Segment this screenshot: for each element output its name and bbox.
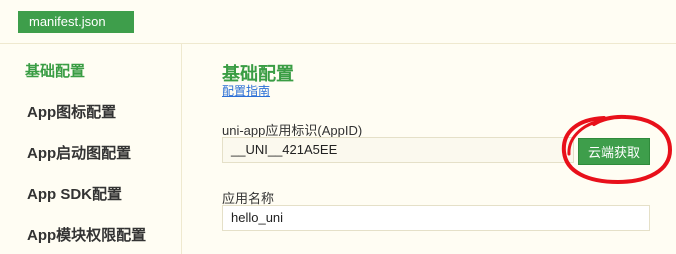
- file-tab-manifest[interactable]: manifest.json: [18, 11, 134, 33]
- main-panel: 基础配置 配置指南 uni-app应用标识(AppID) __UNI__421A…: [183, 44, 676, 254]
- sidebar-item-app-icon-config[interactable]: App图标配置: [27, 101, 116, 122]
- sidebar-item-basic-config[interactable]: 基础配置: [25, 60, 85, 81]
- editor-tab-bar: manifest.json: [0, 0, 676, 44]
- appid-field[interactable]: __UNI__421A5EE: [222, 137, 574, 163]
- sidebar-item-app-module-permissions[interactable]: App模块权限配置: [27, 224, 146, 245]
- app-name-field[interactable]: hello_uni: [222, 205, 650, 231]
- config-guide-link[interactable]: 配置指南: [222, 82, 270, 99]
- sidebar-item-app-sdk-config[interactable]: App SDK配置: [27, 183, 122, 204]
- cloud-fetch-button[interactable]: 云端获取: [578, 138, 650, 165]
- sidebar-item-app-splash-config[interactable]: App启动图配置: [27, 142, 131, 163]
- sidebar: 基础配置 App图标配置 App启动图配置 App SDK配置 App模块权限配…: [0, 44, 182, 254]
